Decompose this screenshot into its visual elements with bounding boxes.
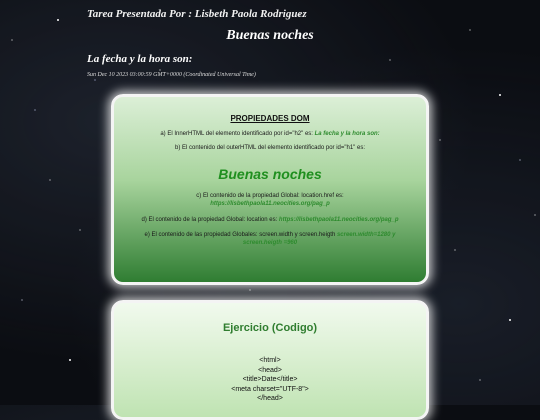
author-line: Tarea Presentada Por : Lisbeth Paola Rod… <box>87 8 307 20</box>
prop-e: e) El contenido de las propiedad Globale… <box>126 231 414 247</box>
dom-properties-card: PROPIEDADES DOM a) El InnerHTML del elem… <box>111 94 429 285</box>
prop-a-label: a) El InnerHTML del elemento identificad… <box>160 131 315 137</box>
prop-e-value-1: screen.width=1280 y <box>336 232 396 238</box>
prop-d-value: https://lisbethpaola11.neocities.org/pag… <box>278 217 399 223</box>
prop-a-value: La fecha y la hora son: <box>314 131 380 137</box>
prop-d-label: d) El contenido de la propiedad Global: … <box>141 217 279 223</box>
greeting-heading: Buenas noches <box>226 28 314 43</box>
code-line: <head> <box>258 366 282 374</box>
code-block: <html> <head> <title>Date</title> <meta … <box>114 356 426 404</box>
exercise-card: Ejercicio (Codigo) <html> <head> <title>… <box>111 300 429 420</box>
code-line: <meta charset="UTF-8"> <box>231 385 309 393</box>
prop-e-value-2: screen.heigth =960 <box>242 240 298 246</box>
prop-c-label: c) El contenido de la propiedad Global: … <box>196 193 344 199</box>
prop-c-value: https://lisbethpaola11.neocities.org/pag… <box>210 201 330 207</box>
prop-b-label: b) El contenido del outerHTML del elemen… <box>175 145 365 151</box>
prop-a: a) El InnerHTML del elemento identificad… <box>126 130 414 138</box>
code-line: <title>Date</title> <box>242 376 298 383</box>
prop-b-value: Buenas noches <box>218 166 322 182</box>
prop-d: d) El contenido de la propiedad Global: … <box>120 216 420 224</box>
prop-c: c) El contenido de la propiedad Global: … <box>126 192 414 208</box>
prop-b: b) El contenido del outerHTML del elemen… <box>126 144 414 152</box>
date-heading: La fecha y la hora son: <box>87 53 193 65</box>
exercise-title: Ejercicio (Codigo) <box>222 322 318 334</box>
prop-e-label: e) El contenido de las propiedad Globale… <box>144 232 337 238</box>
code-line: </head> <box>257 395 283 402</box>
date-value: Sun Dec 10 2023 03:00:59 GMT+0000 (Coord… <box>87 72 256 78</box>
code-line: <html> <box>259 357 281 364</box>
dom-properties-title: PROPIEDADES DOM <box>230 114 310 123</box>
